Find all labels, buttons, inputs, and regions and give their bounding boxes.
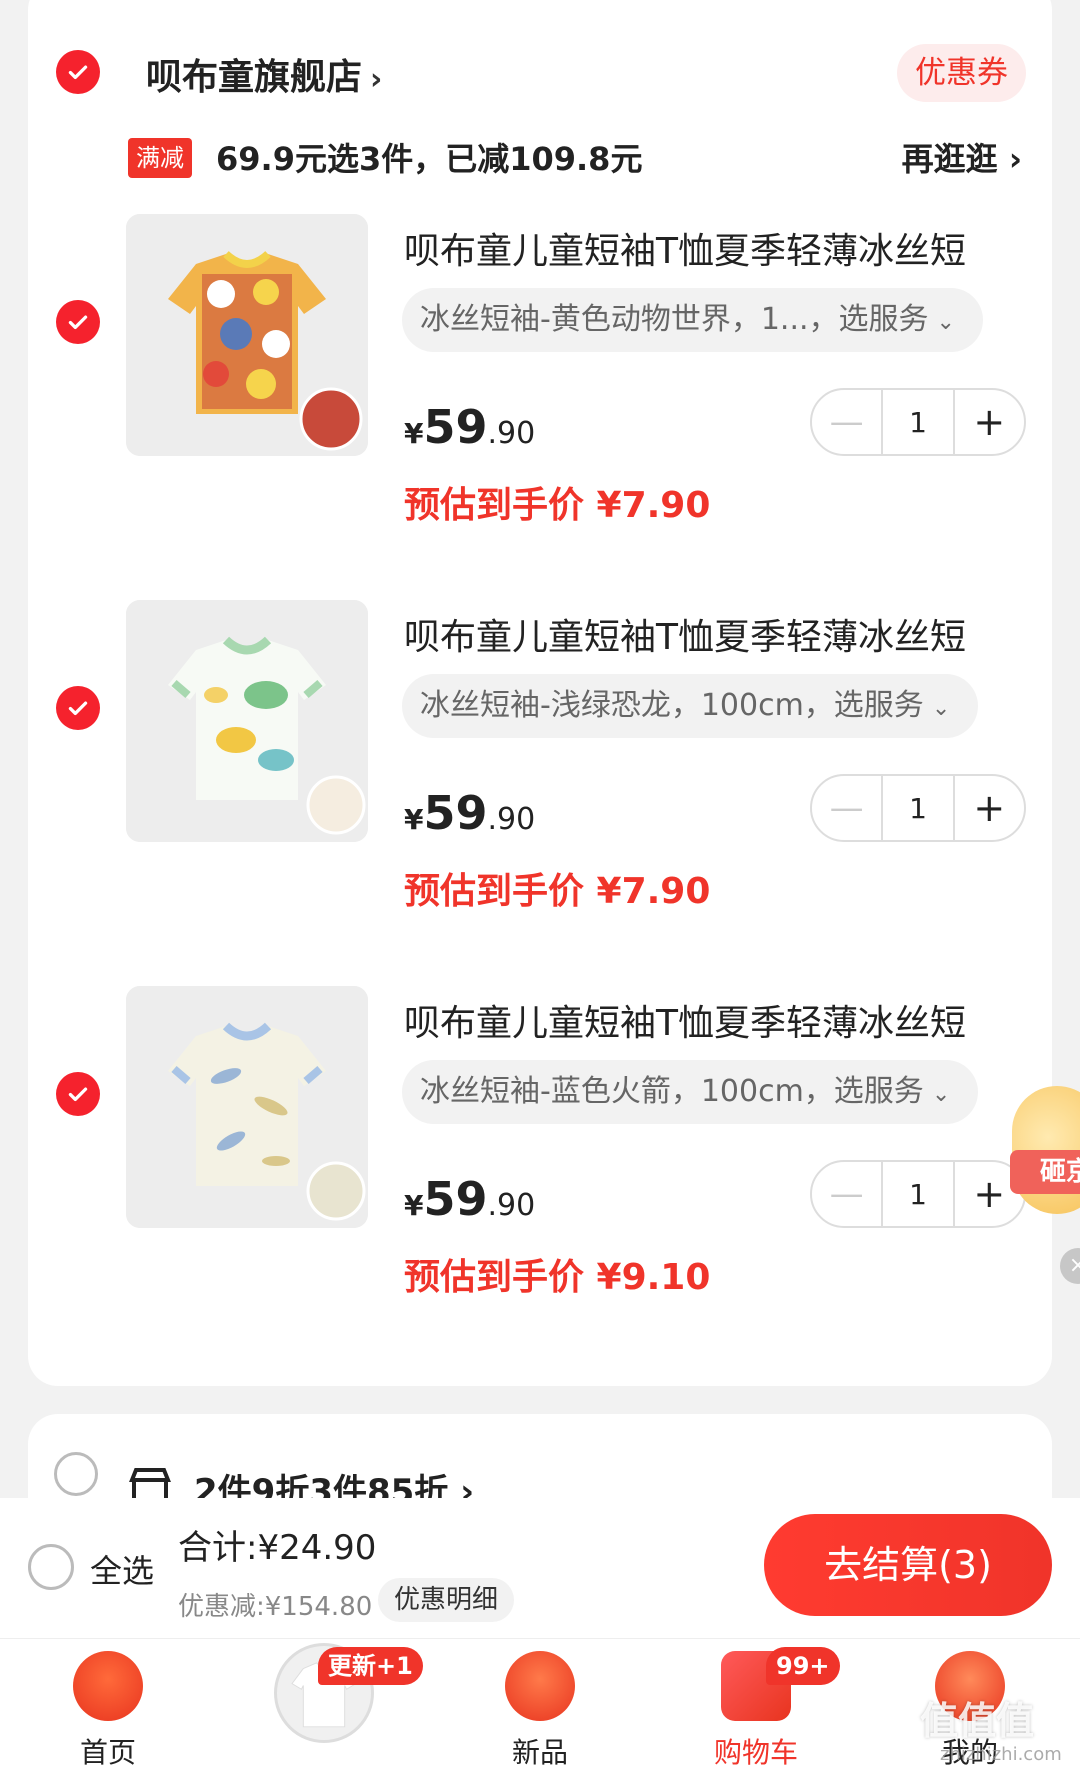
product-image[interactable]: [126, 600, 368, 842]
tab-label: 新品: [511, 1736, 568, 1769]
tshirt-blue-rocket-image: [126, 986, 368, 1228]
store-card: 呗布童旗舰店› 优惠券 满减 69.9元选3件，已减109.8元 再逛逛 ›: [28, 0, 1052, 1386]
quantity-value[interactable]: 1: [883, 390, 955, 454]
item-checkbox[interactable]: [56, 300, 100, 344]
tab-featured-product[interactable]: 更新+1: [252, 1639, 423, 1774]
quantity-value[interactable]: 1: [883, 1162, 955, 1226]
item-title[interactable]: 呗布童儿童短袖T恤夏季轻薄冰丝短: [404, 608, 966, 660]
decrease-button[interactable]: —: [812, 1162, 884, 1226]
update-badge: 更新+1: [318, 1647, 423, 1685]
tab-label: 购物车: [713, 1736, 798, 1769]
watermark-logo: 值值值: [920, 1699, 1035, 1743]
price-decimal: .90: [487, 1188, 536, 1223]
select-all-label[interactable]: 全选: [90, 1546, 154, 1592]
decrease-button[interactable]: —: [812, 776, 884, 840]
checkmark-icon: [68, 701, 88, 716]
cart-item: 呗布童儿童短袖T恤夏季轻薄冰丝短 冰丝短袖-蓝色火箭，100cm，选服务 ⌄ ¥5…: [28, 986, 1052, 1316]
estimated-price: 预估到手价 ¥7.90: [404, 485, 711, 526]
cart-item: 呗布童儿童短袖T恤夏季轻薄冰丝短 冰丝短袖-浅绿恐龙，100cm，选服务 ⌄ ¥5…: [28, 600, 1052, 930]
decrease-button[interactable]: —: [812, 390, 884, 454]
sku-text: 冰丝短袖-黄色动物世界，1...，选服务: [420, 302, 929, 337]
item-checkbox[interactable]: [56, 1072, 100, 1116]
sku-text: 冰丝短袖-蓝色火箭，100cm，选服务: [420, 1074, 924, 1109]
item-price: ¥59.90: [404, 1172, 535, 1226]
bottom-tab-bar: 首页 更新+1 新品 99+ 购物车 我的: [0, 1638, 1080, 1774]
quantity-value[interactable]: 1: [883, 776, 955, 840]
item-checkbox[interactable]: [56, 686, 100, 730]
tab-cart[interactable]: 99+ 购物车: [686, 1639, 840, 1774]
quantity-stepper: — 1 +: [810, 388, 1026, 456]
sku-selector[interactable]: 冰丝短袖-黄色动物世界，1...，选服务 ⌄: [402, 288, 983, 352]
discount-amount: 优惠减:¥154.80: [178, 1592, 373, 1622]
floating-activity-label[interactable]: 砸京: [1010, 1150, 1080, 1194]
estimated-price: 预估到手价 ¥9.10: [404, 1257, 711, 1298]
tab-new[interactable]: 新品: [470, 1639, 610, 1774]
total-amount: 合计:¥24.90: [178, 1528, 377, 1568]
chevron-down-icon: ⌄: [931, 1082, 951, 1107]
browse-more-label: 再逛逛: [901, 140, 998, 178]
select-all-checkbox[interactable]: [28, 1544, 74, 1590]
tab-label: 首页: [79, 1736, 136, 1769]
item-price: ¥59.90: [404, 400, 535, 454]
store-checkbox[interactable]: [56, 50, 100, 94]
cart-page: 呗布童旗舰店› 优惠券 满减 69.9元选3件，已减109.8元 再逛逛 ›: [0, 0, 1080, 1774]
item-title[interactable]: 呗布童儿童短袖T恤夏季轻薄冰丝短: [404, 222, 966, 274]
item-price: ¥59.90: [404, 786, 535, 840]
checkmark-icon: [68, 315, 88, 330]
sku-selector[interactable]: 冰丝短袖-浅绿恐龙，100cm，选服务 ⌄: [402, 674, 979, 738]
home-icon: [73, 1651, 143, 1721]
tshirt-yellow-animals-image: [126, 214, 368, 456]
promo-tag: 满减: [128, 138, 192, 178]
discount-detail-button[interactable]: 优惠明细: [378, 1578, 515, 1622]
price-symbol: ¥: [404, 1189, 424, 1222]
chevron-down-icon: ⌄: [936, 310, 955, 335]
checkout-button[interactable]: 去结算(3): [764, 1514, 1052, 1616]
checkout-bar: 全选 合计:¥24.90 优惠减:¥154.80 优惠明细 去结算(3): [0, 1498, 1080, 1638]
checkmark-icon: [68, 65, 88, 80]
sku-text: 冰丝短袖-浅绿恐龙，100cm，选服务: [420, 688, 924, 723]
coupon-button[interactable]: 优惠券: [897, 44, 1026, 102]
checkmark-icon: [68, 1087, 88, 1102]
store-name-link[interactable]: 呗布童旗舰店 ›: [146, 48, 382, 100]
store-name: 呗布童旗舰店: [146, 57, 363, 98]
cart-count-badge: 99+: [766, 1647, 840, 1685]
price-integer: 59: [423, 400, 488, 454]
chevron-right-icon: ›: [370, 62, 383, 97]
close-icon[interactable]: ×: [1060, 1248, 1080, 1284]
chevron-right-icon: ›: [1008, 140, 1022, 178]
tab-home[interactable]: 首页: [38, 1639, 178, 1774]
promo-text: 69.9元选3件，已减109.8元: [216, 140, 643, 178]
price-symbol: ¥: [404, 417, 424, 450]
price-integer: 59: [423, 786, 488, 840]
estimated-price: 预估到手价 ¥7.90: [404, 871, 711, 912]
browse-more-link[interactable]: 再逛逛 ›: [902, 134, 1022, 180]
price-symbol: ¥: [404, 803, 424, 836]
product-image[interactable]: [126, 986, 368, 1228]
cart-item: 呗布童儿童短袖T恤夏季轻薄冰丝短 冰丝短袖-黄色动物世界，1...，选服务 ⌄ ¥…: [28, 214, 1052, 544]
product-image[interactable]: [126, 214, 368, 456]
increase-button[interactable]: +: [955, 390, 1024, 454]
quantity-stepper: — 1 +: [810, 1160, 1026, 1228]
increase-button[interactable]: +: [955, 776, 1024, 840]
tshirt-green-dinosaur-image: [126, 600, 368, 842]
quantity-stepper: — 1 +: [810, 774, 1026, 842]
sku-selector[interactable]: 冰丝短袖-蓝色火箭，100cm，选服务 ⌄: [402, 1060, 979, 1124]
new-box-icon: [505, 1651, 575, 1721]
item-title[interactable]: 呗布童儿童短袖T恤夏季轻薄冰丝短: [404, 994, 966, 1046]
price-decimal: .90: [487, 802, 536, 837]
store2-checkbox[interactable]: [54, 1452, 98, 1496]
price-decimal: .90: [487, 416, 536, 451]
chevron-down-icon: ⌄: [931, 696, 951, 721]
watermark-url: zhizhizhi.com: [940, 1744, 1062, 1765]
price-integer: 59: [423, 1172, 488, 1226]
